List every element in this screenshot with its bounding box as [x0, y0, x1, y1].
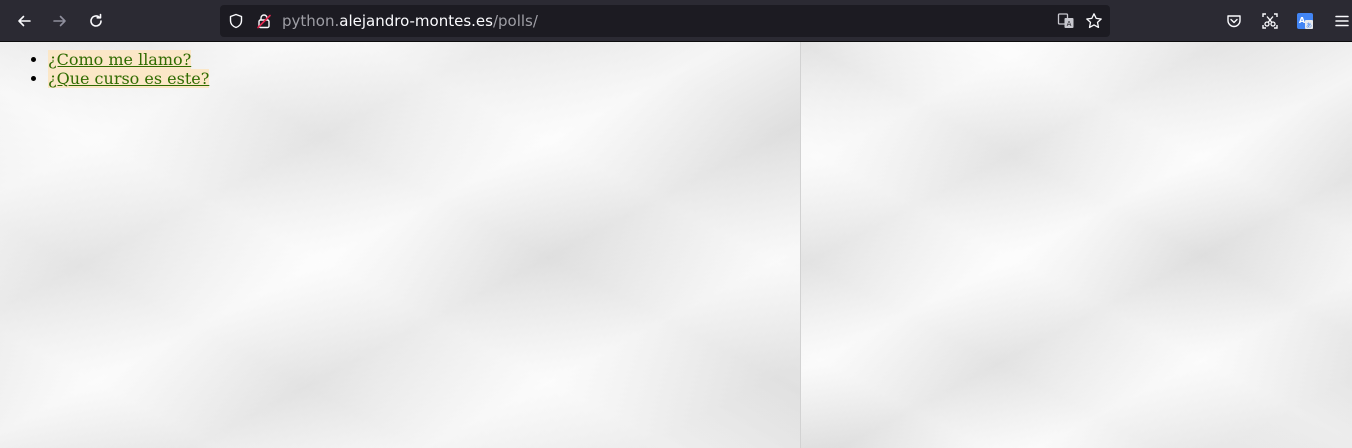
- pocket-button[interactable]: [1219, 6, 1249, 36]
- screenshot-button[interactable]: [1255, 6, 1285, 36]
- translate-extension-button[interactable]: Aあ: [1290, 6, 1320, 36]
- svg-text:A: A: [1299, 16, 1306, 25]
- star-icon[interactable]: [1085, 12, 1103, 30]
- translate-icon[interactable]: A: [1057, 12, 1075, 30]
- lock-icon[interactable]: [255, 12, 273, 30]
- back-arrow-icon: [16, 13, 32, 29]
- list-item: ¿Que curso es este?: [48, 69, 210, 88]
- page-content: ¿Como me llamo? ¿Que curso es este?: [0, 42, 1352, 448]
- shield-icon[interactable]: [227, 12, 245, 30]
- url-domain: alejandro-montes.es: [339, 12, 493, 30]
- screenshot-icon: [1261, 12, 1279, 30]
- crumpled-paper-background-tile: [800, 42, 1352, 448]
- browser-toolbar: python.alejandro-montes.es/polls/ A Aあ: [0, 0, 1352, 42]
- translate-extension-icon: Aあ: [1296, 12, 1314, 30]
- pocket-icon: [1226, 13, 1242, 29]
- crumpled-paper-background: [0, 42, 800, 448]
- back-button[interactable]: [9, 6, 39, 36]
- svg-text:A: A: [1067, 20, 1072, 28]
- url-path: /polls/: [492, 12, 538, 30]
- poll-link[interactable]: ¿Que curso es este?: [48, 69, 210, 88]
- menu-button[interactable]: [1327, 6, 1352, 36]
- url-text[interactable]: python.alejandro-montes.es/polls/: [282, 11, 538, 31]
- url-subdomain: python.: [282, 12, 340, 30]
- forward-arrow-icon: [52, 13, 68, 29]
- list-item: ¿Como me llamo?: [48, 50, 209, 69]
- reload-button[interactable]: [81, 6, 111, 36]
- poll-link[interactable]: ¿Como me llamo?: [48, 50, 192, 69]
- address-bar[interactable]: python.alejandro-montes.es/polls/ A: [220, 5, 1110, 37]
- hamburger-menu-icon: [1334, 13, 1350, 29]
- polls-list: ¿Como me llamo? ¿Que curso es este?: [8, 50, 210, 88]
- forward-button[interactable]: [45, 6, 75, 36]
- svg-text:あ: あ: [1306, 23, 1312, 30]
- reload-icon: [88, 13, 104, 29]
